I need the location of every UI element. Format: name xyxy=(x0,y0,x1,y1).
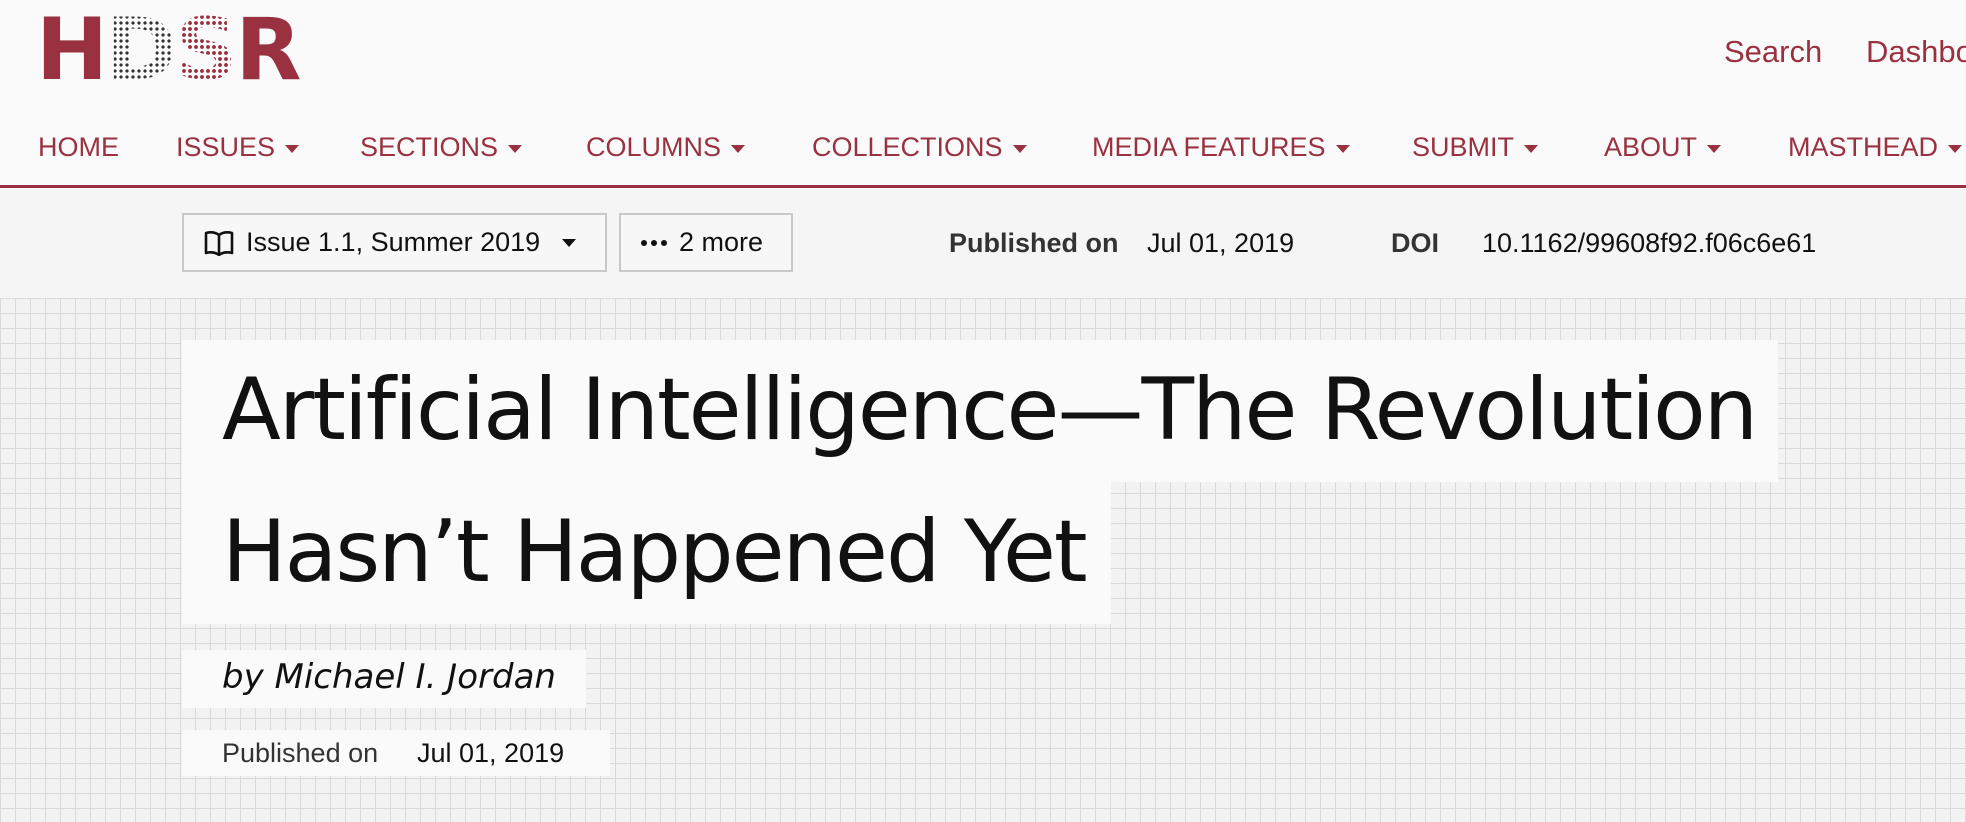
nav-columns-label: COLUMNS xyxy=(586,132,722,162)
caret-down-icon xyxy=(1948,144,1963,153)
nav-submit-label: SUBMIT xyxy=(1412,132,1515,162)
nav-home[interactable]: HOME xyxy=(38,132,119,163)
caret-down-icon xyxy=(1335,144,1350,153)
nav-collections-label: COLLECTIONS xyxy=(812,132,1003,162)
article-published-label: Published on xyxy=(222,738,379,768)
nav-masthead-label: MASTHEAD xyxy=(1788,132,1939,162)
nav-home-label: HOME xyxy=(38,132,119,162)
logo-letter-h: H xyxy=(36,0,108,100)
nav-about-label: ABOUT xyxy=(1604,132,1698,162)
nav-issues-label: ISSUES xyxy=(176,132,276,162)
ellipsis-icon xyxy=(641,239,667,246)
chevron-down-icon xyxy=(562,238,577,247)
article-title-line-2: Hasn’t Happened Yet xyxy=(182,482,1111,624)
hdsr-logo[interactable]: H D S R xyxy=(36,0,302,100)
book-icon xyxy=(204,230,234,256)
more-issues-button[interactable]: 2 more xyxy=(619,213,793,272)
more-label: 2 more xyxy=(679,227,764,257)
nav-media-features-label: MEDIA FEATURES xyxy=(1092,132,1326,162)
publication-meta-bar: Issue 1.1, Summer 2019 2 more Published … xyxy=(0,188,1966,298)
nav-masthead[interactable]: MASTHEAD xyxy=(1788,132,1963,163)
byline-box: by Michael I. Jordan xyxy=(182,650,586,708)
nav-submit[interactable]: SUBMIT xyxy=(1412,132,1539,163)
caret-down-icon xyxy=(285,144,300,153)
caret-down-icon xyxy=(1524,144,1539,153)
caret-down-icon xyxy=(1012,144,1027,153)
nav-sections-label: SECTIONS xyxy=(360,132,499,162)
dashboard-link[interactable]: Dashbo xyxy=(1866,34,1966,70)
published-on-label: Published on xyxy=(949,228,1119,258)
logo-letter-d: D xyxy=(105,0,177,100)
main-nav: HOME ISSUES SECTIONS COLUMNS COLLECTIONS… xyxy=(0,110,1966,188)
nav-sections[interactable]: SECTIONS xyxy=(360,132,523,163)
nav-issues[interactable]: ISSUES xyxy=(176,132,300,163)
issue-label: Issue 1.1, Summer 2019 xyxy=(246,227,541,257)
article-title-text-1: Artificial Intelligence—The Revolution xyxy=(222,360,1758,460)
article-title-line-1: Artificial Intelligence—The Revolution xyxy=(182,340,1778,482)
nav-collections[interactable]: COLLECTIONS xyxy=(812,132,1027,163)
logo-letter-r: R xyxy=(235,0,301,100)
article-published-date: Jul 01, 2019 xyxy=(417,738,565,768)
issue-dropdown-button[interactable]: Issue 1.1, Summer 2019 xyxy=(182,213,607,272)
logo-letter-s: S xyxy=(175,0,237,100)
nav-media-features[interactable]: MEDIA FEATURES xyxy=(1092,132,1350,163)
nav-columns[interactable]: COLUMNS xyxy=(586,132,746,163)
site-header: H D S R Search Dashbo xyxy=(0,0,1966,110)
caret-down-icon xyxy=(731,144,746,153)
article-title-text-2: Hasn’t Happened Yet xyxy=(222,502,1088,602)
search-link[interactable]: Search xyxy=(1724,34,1822,70)
article-byline[interactable]: by Michael I. Jordan xyxy=(222,657,556,697)
doi-label: DOI xyxy=(1391,228,1440,258)
published-date: Jul 01, 2019 xyxy=(1147,228,1295,258)
caret-down-icon xyxy=(508,144,523,153)
article-published-box: Published on Jul 01, 2019 xyxy=(182,730,610,776)
caret-down-icon xyxy=(1707,144,1722,153)
nav-about[interactable]: ABOUT xyxy=(1604,132,1722,163)
doi-value[interactable]: 10.1162/99608f92.f06c6e61 xyxy=(1482,228,1816,259)
